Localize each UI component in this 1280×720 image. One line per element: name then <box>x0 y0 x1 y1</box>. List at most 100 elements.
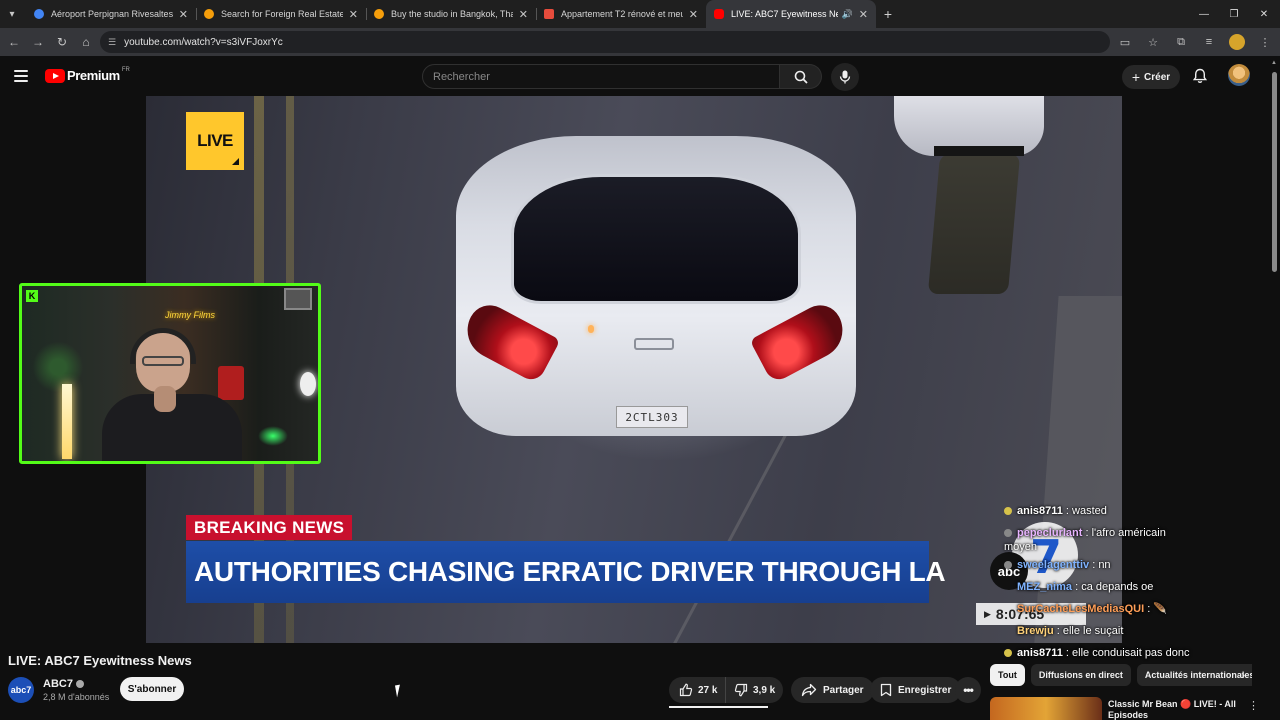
glasses <box>142 356 184 366</box>
chat-username: pepeclurlant <box>1017 527 1083 539</box>
url-field[interactable]: ☰ youtube.com/watch?v=s3iVFJoxrYc <box>100 31 1110 53</box>
channel-avatar[interactable]: abc7 <box>8 677 34 703</box>
microphone-icon <box>839 70 851 84</box>
neon-sign: Jimmy Films <box>165 310 215 320</box>
youtube-premium-logo[interactable]: Premium FR <box>45 66 130 83</box>
browser-menu-icon[interactable]: ⋮ <box>1254 31 1276 53</box>
feather-emote-icon: 🪶 <box>1153 603 1168 615</box>
channel-name[interactable]: ABC7 <box>43 678 84 690</box>
audio-playing-icon[interactable]: 🔊 <box>842 9 853 20</box>
live-badge: LIVE <box>186 112 244 170</box>
share-icon <box>801 683 817 697</box>
page-scrollbar[interactable]: ▲ <box>1270 60 1278 720</box>
recommended-video[interactable]: Classic Mr Bean 🔴 LIVE! - All Episodes ⋮ <box>990 697 1260 720</box>
cast-icon[interactable]: ▭ <box>1114 31 1136 53</box>
chat-text: elle conduisait pas donc <box>1072 647 1190 659</box>
search-button[interactable] <box>780 64 822 89</box>
more-vertical-icon[interactable]: ⋮ <box>1248 699 1259 712</box>
tab-close-icon[interactable]: ✕ <box>179 8 188 21</box>
tab-title: LIVE: ABC7 Eyewitness News <box>731 9 838 19</box>
scrollbar-thumb[interactable] <box>1272 72 1277 272</box>
recommended-thumbnail[interactable] <box>990 697 1102 720</box>
tab-close-icon[interactable]: ✕ <box>689 8 698 21</box>
breaking-news-label: BREAKING NEWS <box>186 515 353 540</box>
bell-icon <box>1193 68 1207 83</box>
back-icon[interactable]: ← <box>2 30 26 54</box>
scroll-up-icon[interactable]: ▲ <box>1271 60 1277 66</box>
subscribe-button[interactable]: S'abonner <box>120 677 184 701</box>
red-object <box>218 366 244 400</box>
region-code: FR <box>121 66 130 73</box>
plant <box>28 342 88 392</box>
hand <box>154 386 176 412</box>
save-playlist-icon <box>880 683 892 697</box>
extensions-icon[interactable]: ⧉ <box>1170 31 1192 53</box>
more-horizontal-icon: ••• <box>963 683 974 697</box>
tab-strip: ▾ Aéroport Perpignan Rivesaltes ✕ Search… <box>0 0 1280 28</box>
notifications-button[interactable] <box>1190 66 1210 86</box>
chat-message: sweelagenttiv : nn <box>1004 554 1240 576</box>
menu-icon[interactable] <box>14 70 28 82</box>
chat-message: SurCacheLesMediasQUI : 🪶 <box>1017 603 1168 615</box>
recommended-title[interactable]: Classic Mr Bean 🔴 LIVE! - All Episodes <box>1108 699 1238 720</box>
address-bar-row: ← → ↻ ⌂ ☰ youtube.com/watch?v=s3iVFJoxrY… <box>0 28 1280 56</box>
browser-tab[interactable]: Buy the studio in Bangkok, Tha ✕ <box>366 0 536 28</box>
tab-title: Search for Foreign Real Estate <box>221 9 343 19</box>
chat-username: anis8711 <box>1017 505 1063 517</box>
chat-message: anis8711 : elle conduisait pas donc <box>1004 642 1240 664</box>
tab-search-icon[interactable]: ▾ <box>2 4 22 24</box>
account-avatar[interactable] <box>1228 64 1250 86</box>
browser-tab-active[interactable]: LIVE: ABC7 Eyewitness News 🔊 ✕ <box>706 0 876 28</box>
search-input[interactable]: Rechercher <box>422 64 780 89</box>
new-tab-icon[interactable]: + <box>876 6 900 22</box>
minimize-icon[interactable]: — <box>1188 0 1220 28</box>
chat-text: ca depands oe <box>1081 581 1154 593</box>
voice-search-button[interactable] <box>831 63 859 91</box>
lamp-light <box>300 372 316 396</box>
like-ratio-bar <box>669 706 783 708</box>
save-button[interactable]: Enregistrer <box>870 677 962 703</box>
like-dislike-group: 27 k 3,9 k <box>669 677 783 703</box>
tab-favicon <box>544 9 554 19</box>
profile-icon[interactable] <box>1226 31 1248 53</box>
more-actions-button[interactable]: ••• <box>955 677 981 703</box>
chat-badge-icon <box>1004 561 1012 570</box>
forward-icon[interactable]: → <box>26 30 50 54</box>
home-icon[interactable]: ⌂ <box>74 30 98 54</box>
chat-badge-icon <box>1004 649 1012 658</box>
like-button[interactable]: 27 k <box>669 677 726 703</box>
browser-tab[interactable]: Aéroport Perpignan Rivesaltes ✕ <box>26 0 196 28</box>
share-button[interactable]: Partager <box>791 677 874 703</box>
reading-list-icon[interactable]: ≡ <box>1198 31 1220 53</box>
maximize-icon[interactable]: ❐ <box>1218 0 1250 28</box>
chat-message: anis8711 : wasted <box>1004 500 1240 522</box>
thumbs-down-icon <box>734 683 748 697</box>
tab-favicon <box>34 9 44 19</box>
tab-close-icon[interactable]: ✕ <box>349 8 358 21</box>
bookmark-star-icon[interactable]: ☆ <box>1142 31 1164 53</box>
tab-close-icon[interactable]: ✕ <box>859 8 868 21</box>
wall-frame <box>284 288 312 310</box>
related-filter-chips: Tout Diffusions en direct Actualités int… <box>990 663 1252 687</box>
close-window-icon[interactable]: ✕ <box>1248 0 1280 28</box>
create-button[interactable]: + Créer <box>1122 65 1180 89</box>
tab-title: Aéroport Perpignan Rivesaltes <box>51 9 173 19</box>
site-info-icon[interactable]: ☰ <box>108 37 116 48</box>
chat-username: anis8711 <box>1017 647 1063 659</box>
chip-all[interactable]: Tout <box>990 664 1025 686</box>
chat-badge-icon <box>1004 529 1012 538</box>
youtube-play-icon <box>45 68 65 83</box>
reload-icon[interactable]: ↻ <box>50 30 74 54</box>
tab-close-icon[interactable]: ✕ <box>519 8 528 21</box>
tab-favicon <box>374 9 384 19</box>
tab-title: Buy the studio in Bangkok, Tha <box>391 9 513 19</box>
search-placeholder: Rechercher <box>433 70 490 83</box>
browser-tab[interactable]: Appartement T2 rénové et meu ✕ <box>536 0 706 28</box>
browser-tab[interactable]: Search for Foreign Real Estate ✕ <box>196 0 366 28</box>
chat-username: sweelagenttiv <box>1017 559 1090 571</box>
chevron-right-icon[interactable]: › <box>1234 665 1252 685</box>
chip-live[interactable]: Diffusions en direct <box>1030 664 1131 686</box>
share-label: Partager <box>823 684 864 696</box>
dislike-button[interactable]: 3,9 k <box>726 677 783 703</box>
chat-username: SurCacheLesMediasQUI <box>1017 603 1145 615</box>
